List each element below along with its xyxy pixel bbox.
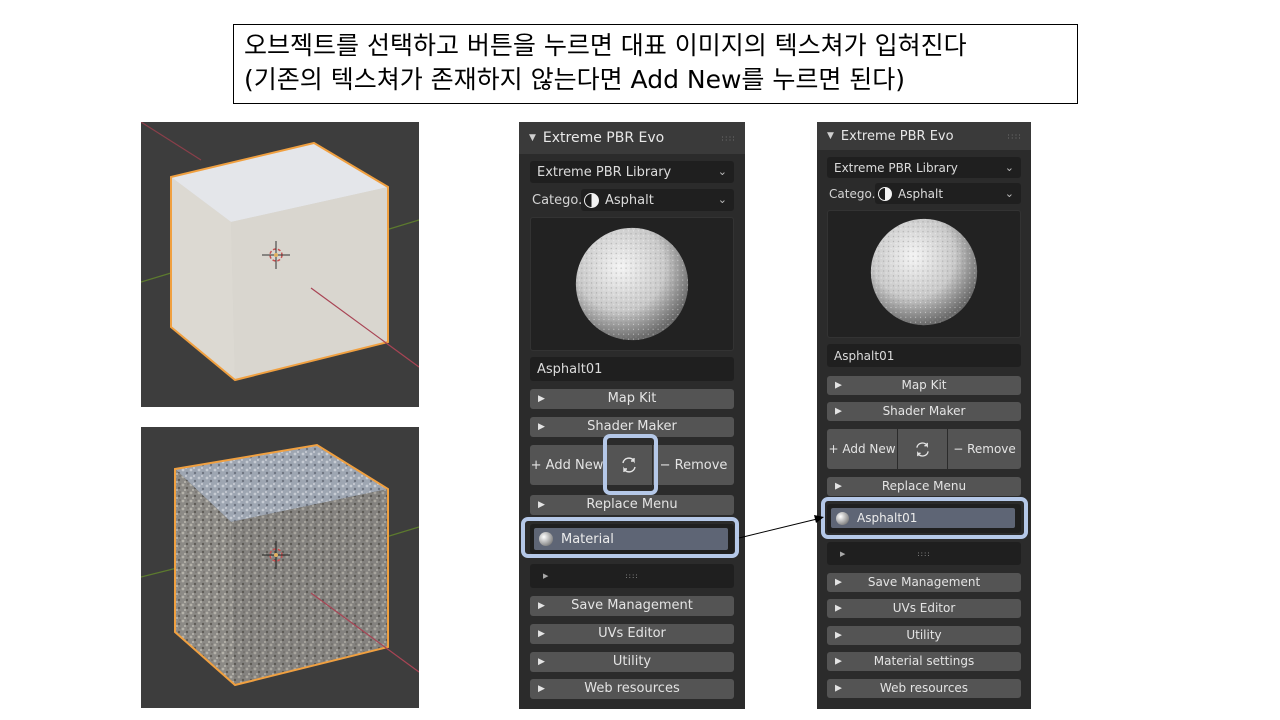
connector-arrow — [738, 515, 824, 539]
